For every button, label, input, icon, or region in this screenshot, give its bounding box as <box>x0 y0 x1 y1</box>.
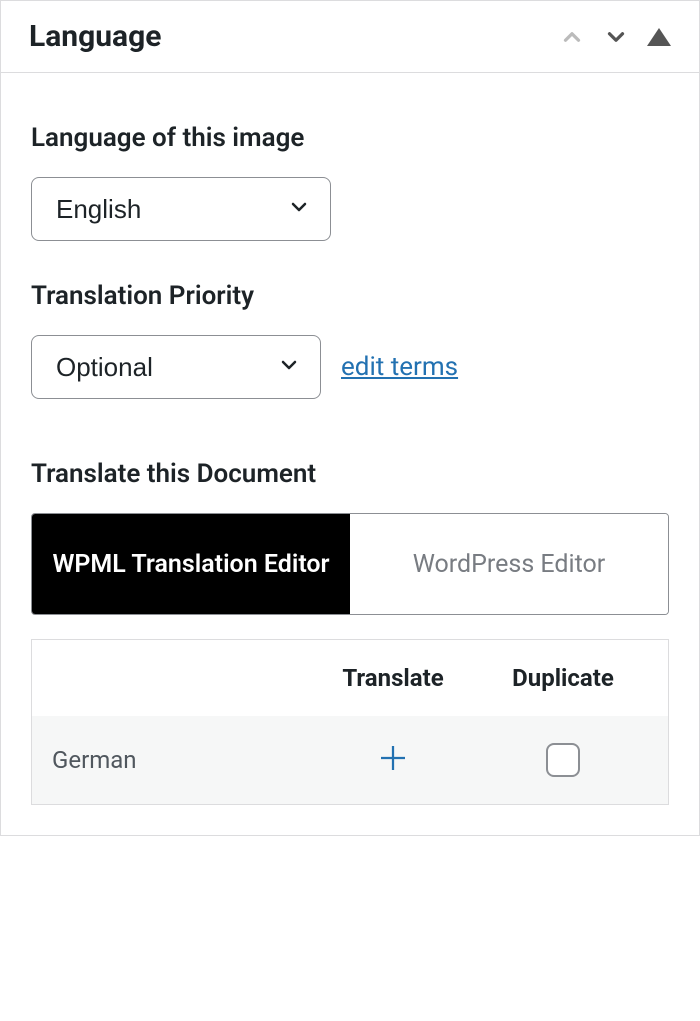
add-translation-button[interactable] <box>375 740 411 780</box>
tab-wpml-editor[interactable]: WPML Translation Editor <box>32 514 350 614</box>
panel-header: Language <box>1 1 699 73</box>
translate-cell <box>308 740 478 780</box>
translate-column-header: Translate <box>308 664 478 692</box>
collapse-triangle-icon[interactable] <box>647 28 671 46</box>
priority-select-row: Optional edit terms <box>31 335 669 399</box>
panel-title: Language <box>29 19 161 54</box>
edit-terms-link[interactable]: edit terms <box>341 352 458 382</box>
language-select-row: English <box>31 177 669 241</box>
language-name-cell: German <box>52 746 308 774</box>
priority-select[interactable]: Optional <box>31 335 321 399</box>
panel-controls <box>559 24 671 50</box>
translate-document-section: Translate this Document WPML Translation… <box>31 459 669 805</box>
language-of-image-label: Language of this image <box>31 123 669 153</box>
table-row: German <box>32 716 668 804</box>
duplicate-checkbox[interactable] <box>546 743 580 777</box>
panel-body: Language of this image English Translati… <box>1 73 699 835</box>
chevron-up-icon[interactable] <box>559 24 585 50</box>
language-select[interactable]: English <box>31 177 331 241</box>
language-select-wrap: English <box>31 177 331 241</box>
translation-table: Translate Duplicate German <box>31 639 669 805</box>
language-panel: Language Language of this image English <box>0 0 700 836</box>
chevron-down-icon[interactable] <box>603 24 629 50</box>
translate-document-label: Translate this Document <box>31 459 669 489</box>
duplicate-cell <box>478 743 648 777</box>
tab-wordpress-editor[interactable]: WordPress Editor <box>350 514 668 614</box>
translation-priority-label: Translation Priority <box>31 281 669 311</box>
priority-select-wrap: Optional <box>31 335 321 399</box>
editor-tabs: WPML Translation Editor WordPress Editor <box>31 513 669 615</box>
table-header: Translate Duplicate <box>32 640 668 716</box>
duplicate-column-header: Duplicate <box>478 664 648 692</box>
